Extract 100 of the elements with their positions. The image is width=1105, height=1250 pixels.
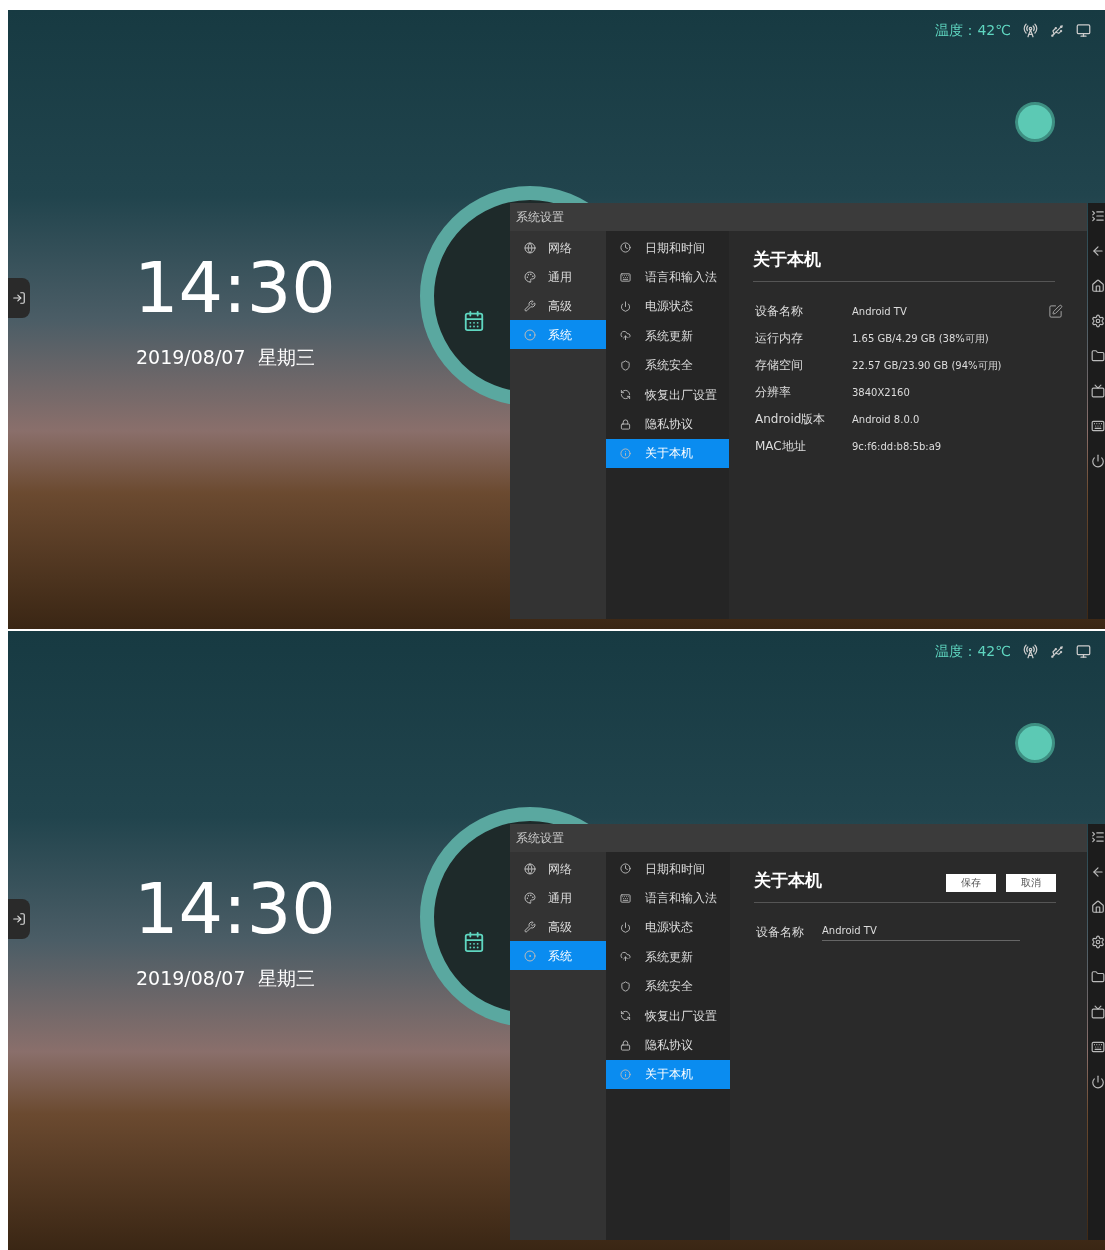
info-icon	[620, 1068, 631, 1080]
refresh-icon	[620, 1010, 631, 1022]
keyboard-icon	[619, 271, 631, 283]
category-tab[interactable]: 高级	[510, 291, 606, 320]
palette-icon	[524, 270, 536, 283]
info-value: Android 8.0.0	[852, 412, 921, 427]
cloud-upload-icon	[620, 951, 631, 963]
category-tab[interactable]: 网络	[510, 233, 606, 262]
enter-icon	[12, 912, 26, 926]
power-icon	[620, 921, 631, 933]
signal-tower-icon	[1023, 23, 1038, 38]
monitor-icon	[1076, 644, 1091, 659]
info-label: 运行内存	[754, 330, 804, 347]
menu-item[interactable]: 系统更新	[606, 942, 730, 972]
menu-item[interactable]: 恢复出厂设置	[605, 379, 729, 410]
globe-icon	[524, 241, 536, 254]
cloud-upload-icon	[619, 330, 631, 342]
keyboard-icon[interactable]	[1091, 1040, 1105, 1054]
power-icon[interactable]	[1091, 454, 1105, 468]
list-icon[interactable]	[1091, 209, 1105, 223]
category-tab[interactable]: 高级	[510, 912, 606, 941]
weekday-text: 星期三	[257, 966, 315, 991]
info-label: MAC地址	[754, 438, 807, 455]
info-value: 3840X2160	[852, 385, 911, 400]
info-label: 存储空间	[754, 357, 804, 374]
menu-item[interactable]: 电源状态	[606, 912, 730, 943]
info-value: 1.65 GB/4.29 GB (38%可用)	[852, 331, 990, 346]
menu-item[interactable]: 电源状态	[605, 291, 729, 322]
list-icon[interactable]	[1091, 830, 1105, 844]
menu-item[interactable]: 恢复出厂设置	[606, 1000, 730, 1031]
screen-icon[interactable]	[1091, 384, 1105, 398]
menu-item[interactable]: 语言和输入法	[606, 883, 730, 913]
calendar-icon[interactable]	[463, 931, 485, 953]
info-label: 分辨率	[754, 384, 792, 401]
panel-title: 系统设置	[510, 203, 1087, 231]
globe-icon	[524, 862, 536, 875]
temperature-reading: 温度：42℃	[935, 21, 1011, 40]
circle-icon	[524, 328, 536, 341]
lock-icon	[620, 1039, 631, 1051]
screen-icon[interactable]	[1091, 1005, 1105, 1019]
cancel-button[interactable]: 取消	[1006, 873, 1056, 892]
settings-icon[interactable]	[1091, 314, 1105, 328]
wrench-icon	[524, 299, 536, 312]
panel-title: 系统设置	[510, 824, 1087, 852]
temperature-reading: 温度：42℃	[935, 642, 1011, 661]
info-label: 设备名称	[754, 303, 804, 320]
menu-item[interactable]: 隐私协议	[606, 1030, 730, 1060]
menu-item[interactable]: 日期和时间	[605, 233, 729, 263]
lock-icon	[619, 418, 631, 430]
info-value: Android TV	[852, 304, 908, 319]
menu-item[interactable]: 系统更新	[605, 321, 729, 351]
signal-tower-icon	[1023, 644, 1038, 659]
weekday-text: 星期三	[257, 345, 315, 370]
folder-icon[interactable]	[1091, 349, 1105, 363]
power-icon[interactable]	[1091, 1075, 1105, 1089]
menu-item[interactable]: 语言和输入法	[605, 262, 729, 292]
side-tab[interactable]	[8, 278, 30, 318]
info-icon	[619, 447, 631, 459]
shield-icon	[620, 980, 631, 992]
category-tab[interactable]: 通用	[510, 883, 606, 912]
category-tab[interactable]: 网络	[510, 854, 606, 883]
back-icon[interactable]	[1091, 244, 1105, 258]
menu-item[interactable]: 系统安全	[606, 971, 730, 1001]
enter-icon	[12, 291, 26, 305]
name-input-field[interactable]: Android TV	[822, 923, 1020, 941]
date-text: 2019/08/07	[136, 345, 246, 370]
usb-icon	[1050, 644, 1064, 659]
wrench-icon	[524, 920, 536, 933]
usb-icon	[1050, 23, 1064, 38]
palette-icon	[524, 891, 536, 904]
info-value: 9c:f6:dd:b8:5b:a9	[852, 439, 943, 454]
date-text: 2019/08/07	[136, 966, 246, 991]
edit-icon[interactable]	[1048, 303, 1063, 319]
monitor-icon	[1076, 23, 1091, 38]
section-heading: 关于本机	[754, 869, 823, 892]
save-button[interactable]: 保存	[946, 873, 996, 892]
menu-item[interactable]: 隐私协议	[605, 409, 729, 439]
home-icon[interactable]	[1091, 279, 1105, 293]
clock-icon	[620, 863, 631, 875]
keyboard-icon	[620, 892, 631, 904]
clock-time: 14:30	[134, 253, 336, 323]
calendar-icon[interactable]	[463, 310, 485, 332]
clock-time: 14:30	[134, 874, 336, 944]
side-tab[interactable]	[8, 899, 30, 939]
info-label: Android版本	[754, 411, 827, 428]
menu-item[interactable]: 日期和时间	[606, 854, 730, 884]
keyboard-icon[interactable]	[1091, 419, 1105, 433]
shield-icon	[619, 359, 631, 371]
settings-icon[interactable]	[1091, 935, 1105, 949]
back-icon[interactable]	[1091, 865, 1105, 879]
circle-icon	[524, 949, 536, 962]
home-icon[interactable]	[1091, 900, 1105, 914]
clock-icon	[619, 242, 631, 254]
section-heading: 关于本机	[753, 247, 1055, 282]
power-icon	[619, 300, 631, 312]
folder-icon[interactable]	[1091, 970, 1105, 984]
info-value: 22.57 GB/23.90 GB (94%可用)	[852, 358, 1003, 373]
menu-item[interactable]: 系统安全	[605, 350, 729, 380]
category-tab[interactable]: 通用	[510, 262, 606, 291]
field-label: 设备名称	[755, 924, 805, 941]
